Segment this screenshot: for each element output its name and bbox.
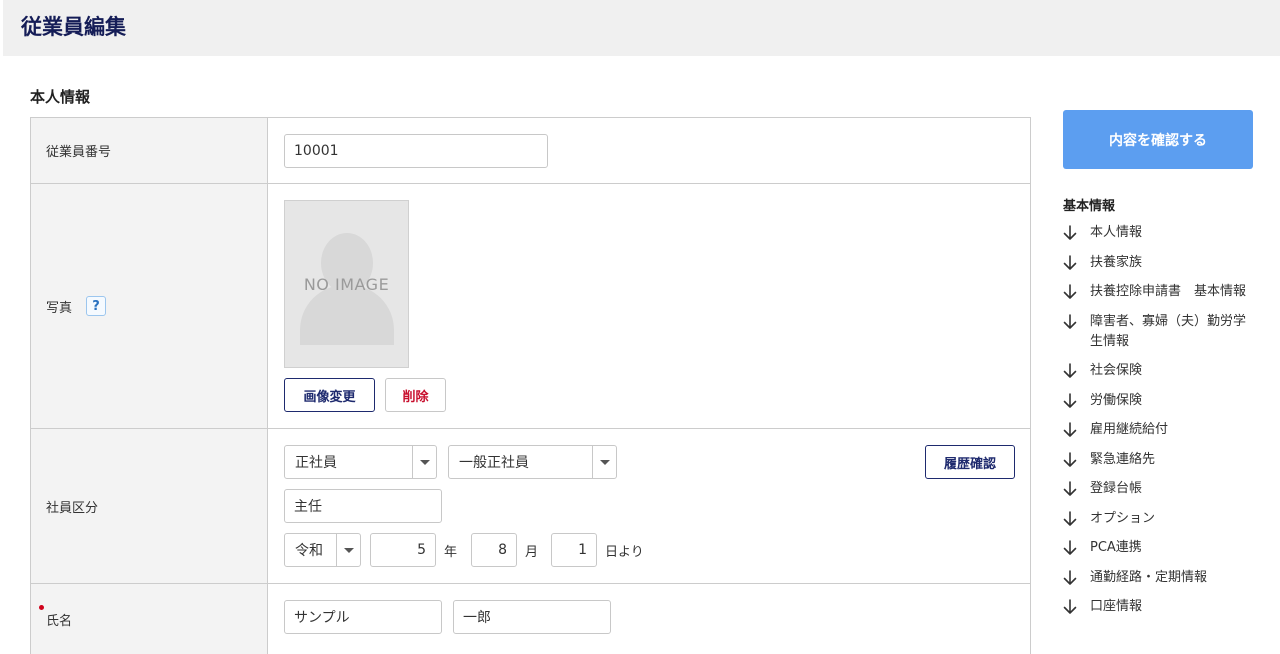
arrow-down-icon	[1063, 420, 1090, 440]
chevron-down-icon	[336, 534, 360, 566]
arrow-down-icon	[1063, 223, 1090, 243]
nav-link-label: 社会保険	[1090, 363, 1143, 378]
nav-link[interactable]: 扶養控除申請書 基本情報	[1063, 282, 1253, 302]
page-title: 従業員編集	[21, 15, 126, 39]
photo-placeholder: NO IMAGE	[284, 200, 409, 368]
arrow-down-icon	[1063, 479, 1090, 499]
nav-link-label: 本人情報	[1090, 225, 1143, 240]
nav-link[interactable]: 労働保険	[1063, 391, 1253, 411]
section-nav: 本人情報扶養家族扶養控除申請書 基本情報障害者、寡婦（夫）勤労学生情報社会保険労…	[1063, 223, 1253, 627]
month-unit: 月	[525, 545, 539, 560]
position-input[interactable]: 主任	[284, 489, 442, 523]
arrow-down-icon	[1063, 509, 1090, 529]
arrow-down-icon	[1063, 312, 1090, 352]
nav-link-label: 緊急連絡先	[1090, 451, 1156, 467]
confirm-button[interactable]: 内容を確認する	[1063, 110, 1253, 169]
nav-link-label: オプション	[1090, 510, 1156, 526]
era-value: 令和	[295, 543, 323, 559]
arrow-down-icon	[1063, 361, 1090, 381]
arrow-down-icon	[1063, 253, 1090, 273]
chevron-down-icon	[412, 446, 436, 478]
section-title: 本人情報	[30, 88, 91, 106]
nav-link[interactable]: PCA連携	[1063, 538, 1253, 558]
nav-link-label: 登録台帳	[1090, 481, 1143, 496]
arrow-down-icon	[1063, 391, 1090, 411]
year-input[interactable]: 5	[370, 533, 436, 567]
name-label: 氏名	[46, 613, 73, 629]
employee-type-row: 社員区分 正社員 一般正社員 履歴確認 主任 令和 5 年 8 月 1 日より	[31, 429, 1030, 584]
nav-link-label: 扶養控除申請書 基本情報	[1090, 284, 1247, 299]
day-input[interactable]: 1	[551, 533, 597, 567]
day-unit: 日より	[605, 545, 644, 560]
arrow-down-icon	[1063, 450, 1090, 470]
delete-image-button[interactable]: 削除	[385, 378, 446, 412]
required-dot-icon	[39, 605, 44, 610]
nav-heading: 基本情報	[1063, 199, 1116, 214]
employment-type-value: 正社員	[295, 455, 337, 471]
employment-subtype-select[interactable]: 一般正社員	[448, 445, 617, 479]
nav-link[interactable]: 障害者、寡婦（夫）勤労学生情報	[1063, 312, 1253, 352]
photo-label-cell: 写真 ?	[31, 184, 268, 428]
nav-link-label: 労働保険	[1090, 392, 1143, 408]
era-select[interactable]: 令和	[284, 533, 361, 567]
history-button[interactable]: 履歴確認	[925, 445, 1015, 479]
employment-subtype-value: 一般正社員	[459, 455, 529, 471]
employee-number-label: 従業員番号	[31, 118, 268, 183]
nav-link[interactable]: 社会保険	[1063, 361, 1253, 381]
nav-link-label: 通勤経路・定期情報	[1090, 569, 1208, 585]
nav-link-label: 口座情報	[1090, 599, 1143, 614]
nav-link-label: 扶養家族	[1090, 254, 1143, 270]
nav-link[interactable]: 口座情報	[1063, 597, 1253, 617]
employee-type-label: 社員区分	[31, 429, 268, 583]
nav-link[interactable]: 雇用継続給付	[1063, 420, 1253, 440]
employee-number-input[interactable]: 10001	[284, 134, 548, 168]
nav-link[interactable]: 通勤経路・定期情報	[1063, 568, 1253, 588]
name-label-cell: 氏名	[31, 584, 268, 654]
nav-link[interactable]: オプション	[1063, 509, 1253, 529]
avatar-body-icon	[300, 285, 394, 345]
help-icon[interactable]: ?	[86, 296, 107, 316]
chevron-down-icon	[592, 446, 616, 478]
nav-link[interactable]: 扶養家族	[1063, 253, 1253, 273]
arrow-down-icon	[1063, 597, 1090, 617]
month-input[interactable]: 8	[471, 533, 517, 567]
photo-label: 写真	[46, 300, 73, 316]
nav-link-label: 雇用継続給付	[1090, 422, 1169, 437]
personal-info-form: 従業員番号 10001 写真 ? NO IMAGE 画像変更 削除 社員区分 正…	[30, 117, 1031, 654]
no-image-text: NO IMAGE	[303, 275, 390, 294]
header-bar: 従業員編集	[3, 0, 1280, 56]
arrow-down-icon	[1063, 282, 1090, 302]
first-name-input[interactable]: 一郎	[453, 600, 611, 634]
nav-link[interactable]: 緊急連絡先	[1063, 450, 1253, 470]
name-row: 氏名 サンプル 一郎	[31, 584, 1030, 654]
change-image-button[interactable]: 画像変更	[284, 378, 375, 412]
employee-number-row: 従業員番号 10001	[31, 118, 1030, 184]
employment-type-select[interactable]: 正社員	[284, 445, 437, 479]
photo-row: 写真 ? NO IMAGE 画像変更 削除	[31, 184, 1030, 429]
arrow-down-icon	[1063, 568, 1090, 588]
nav-link-label: PCA連携	[1090, 540, 1142, 555]
year-unit: 年	[444, 545, 458, 560]
nav-link[interactable]: 登録台帳	[1063, 479, 1253, 499]
arrow-down-icon	[1063, 538, 1090, 558]
nav-link-label: 障害者、寡婦（夫）勤労学生情報	[1090, 313, 1247, 349]
last-name-input[interactable]: サンプル	[284, 600, 442, 634]
nav-link[interactable]: 本人情報	[1063, 223, 1253, 243]
